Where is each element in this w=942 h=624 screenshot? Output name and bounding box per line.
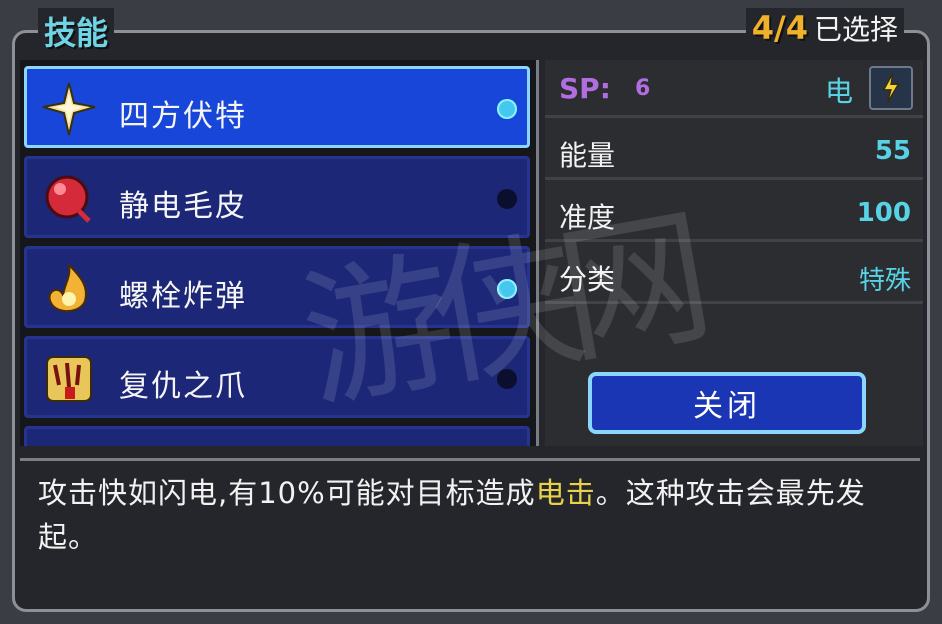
equipped-indicator — [497, 369, 517, 389]
panel-title: 技能 — [38, 8, 115, 54]
selected-count: 4/4 — [751, 9, 808, 47]
skill-list: 四方伏特 静电毛皮 螺栓炸弹 复仇之爪 — [20, 60, 539, 446]
skill-name: 静电毛皮 — [119, 189, 247, 224]
stat-label: 准度 — [559, 201, 616, 234]
equipped-indicator — [497, 99, 517, 119]
equipped-indicator — [497, 279, 517, 299]
skill-name: 复仇之爪 — [119, 369, 247, 404]
skill-item-partial[interactable] — [24, 426, 530, 446]
skill-item-0[interactable]: 四方伏特 — [24, 66, 530, 148]
category-row: 分类 特殊 — [545, 246, 923, 304]
description-highlight: 电击 — [535, 476, 596, 510]
energy-row: 能量 55 — [545, 122, 923, 180]
stat-label: 能量 — [559, 139, 616, 172]
element-type: 电 — [824, 75, 853, 108]
selected-counter: 4/4 已选择 — [745, 8, 904, 48]
description-box: 攻击快如闪电,有10%可能对目标造成电击。这种攻击会最先发起。 — [20, 458, 920, 607]
accuracy-row: 准度 100 — [545, 184, 923, 242]
skill-item-1[interactable]: 静电毛皮 — [24, 156, 530, 238]
stat-value: 100 — [856, 198, 911, 228]
stat-value: 特殊 — [858, 266, 911, 296]
claw-icon — [46, 356, 92, 402]
skill-item-3[interactable]: 复仇之爪 — [24, 336, 530, 418]
description-part: 攻击快如闪电,有10%可能对目标造成 — [38, 476, 536, 510]
red-orb-icon — [45, 175, 91, 223]
sp-row: SP: 6 电 — [545, 60, 923, 118]
skill-item-2[interactable]: 螺栓炸弹 — [24, 246, 530, 328]
selected-label: 已选择 — [813, 13, 898, 46]
sp-label: SP: — [559, 72, 611, 105]
sp-value: 6 — [635, 76, 651, 101]
description-text: 攻击快如闪电,有10%可能对目标造成电击。这种攻击会最先发起。 — [38, 471, 908, 559]
close-button[interactable]: 关闭 — [588, 372, 866, 434]
stat-label: 分类 — [559, 263, 616, 296]
lightning-bolt-icon — [869, 66, 913, 110]
stat-value: 55 — [874, 136, 911, 166]
skill-name: 四方伏特 — [119, 99, 247, 134]
skill-name: 螺栓炸弹 — [119, 279, 247, 314]
lightning-star-icon — [42, 82, 96, 136]
fire-swirl-icon — [48, 262, 87, 312]
equipped-indicator — [497, 189, 517, 209]
